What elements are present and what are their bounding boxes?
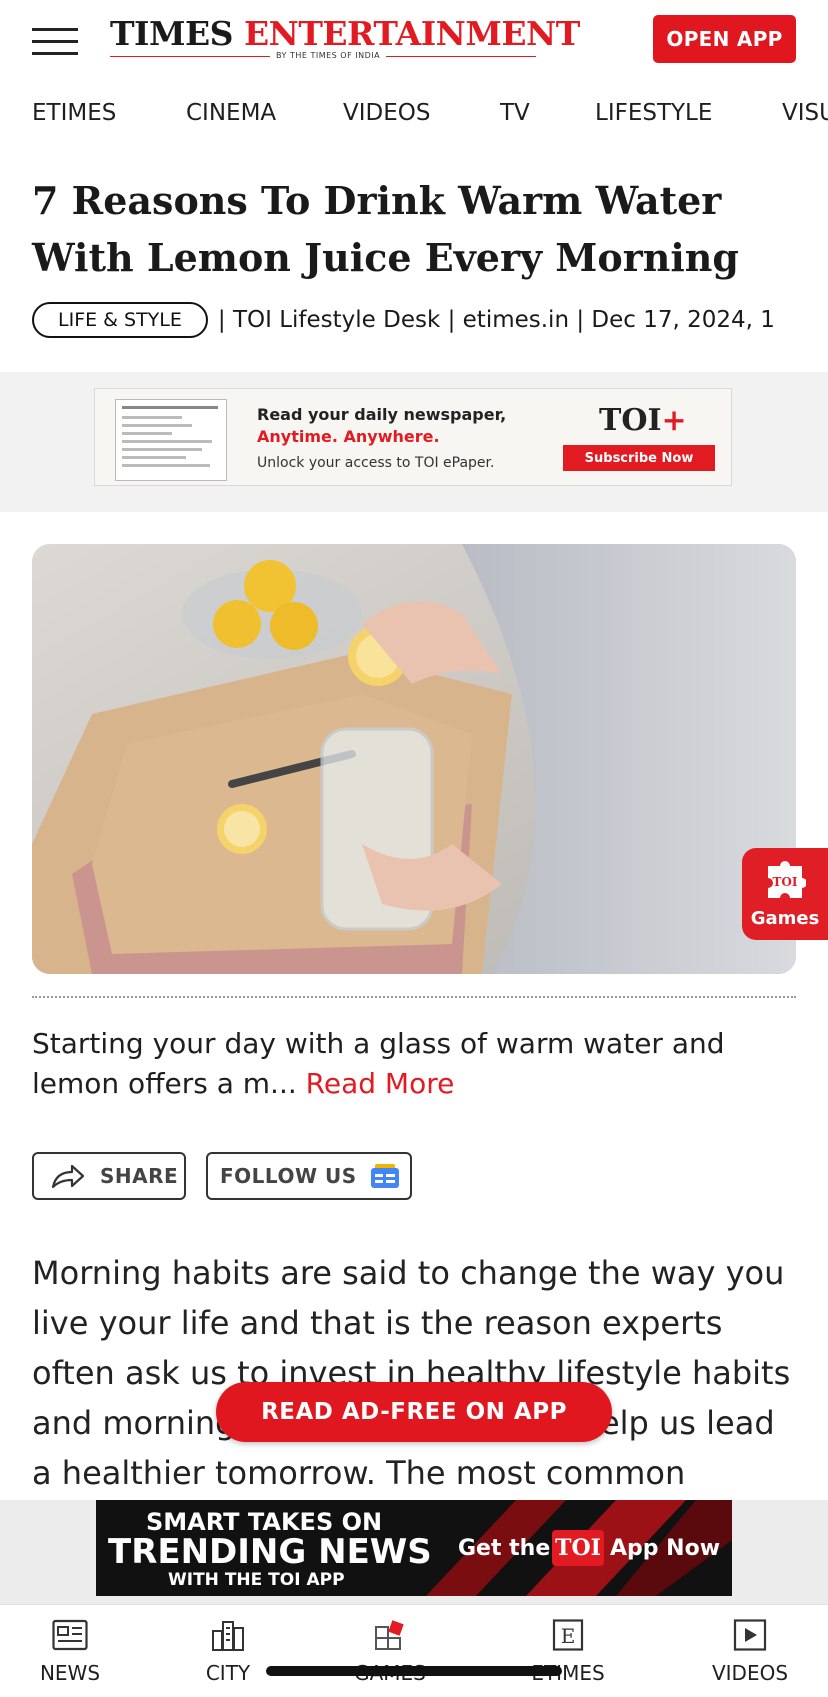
bottom-ad-get: Get the <box>458 1536 551 1561</box>
share-arrow-icon <box>51 1164 85 1189</box>
article-summary: Starting your day with a glass of warm w… <box>32 1024 792 1104</box>
tab-news[interactable]: NEWS <box>0 1605 140 1697</box>
tab-videos-label: VIDEOS <box>711 1661 789 1685</box>
nav-item-etimes[interactable]: ETIMES <box>32 100 116 126</box>
puzzle-icon: TOI <box>768 861 806 898</box>
google-news-icon <box>370 1164 399 1188</box>
article-meta: LIFE & STYLE | TOI Lifestyle Desk | etim… <box>32 300 828 340</box>
games-toi-badge: TOI <box>773 875 798 889</box>
ad-line-2: Anytime. Anywhere. <box>257 427 440 446</box>
hamburger-menu-icon[interactable] <box>32 24 78 58</box>
tab-etimes[interactable]: E ETIMES <box>498 1605 638 1697</box>
site-logo[interactable]: TIMES ENTERTAINMENT BY THE TIMES OF INDI… <box>110 14 580 66</box>
tab-games[interactable]: GAMES <box>320 1605 460 1697</box>
games-puzzle-icon <box>375 1620 404 1650</box>
toi-app-ad-banner[interactable]: SMART TAKES ON TRENDING NEWS WITH THE TO… <box>96 1500 732 1596</box>
etimes-e-icon: E <box>552 1619 584 1651</box>
divider <box>32 996 796 998</box>
read-ad-free-button[interactable]: READ AD-FREE ON APP <box>216 1382 612 1442</box>
tab-city[interactable]: CITY <box>158 1605 298 1697</box>
svg-text:E: E <box>561 1624 576 1648</box>
tab-videos[interactable]: VIDEOS <box>680 1605 820 1697</box>
nav-item-tv[interactable]: TV <box>500 100 530 126</box>
section-nav: ETIMES CINEMA VIDEOS TV LIFESTYLE VISU <box>0 90 828 140</box>
ad-line-1: Read your daily newspaper, <box>257 405 507 424</box>
article-title: 7 Reasons To Drink Warm Water With Lemon… <box>32 178 739 280</box>
article-hero-image <box>32 544 796 974</box>
subscribe-now-button[interactable]: Subscribe Now <box>563 445 715 471</box>
nav-item-cinema[interactable]: CINEMA <box>186 100 276 126</box>
logo-text-entertainment: ENTERTAINMENT <box>244 14 580 53</box>
read-more-link[interactable]: Read More <box>306 1067 455 1100</box>
epaper-ad-banner[interactable]: Read your daily newspaper, Anytime. Anyw… <box>94 388 732 486</box>
logo-text-times: TIMES <box>110 14 234 53</box>
bottom-ad-toi-badge: TOI <box>552 1530 604 1566</box>
share-label: SHARE <box>100 1164 179 1188</box>
nav-item-videos[interactable]: VIDEOS <box>343 100 430 126</box>
follow-us-button[interactable]: FOLLOW US <box>206 1152 412 1200</box>
article-body: Morning habits are said to change the wa… <box>32 1254 791 1492</box>
toi-plus-text: TOI <box>599 403 662 438</box>
logo-tagline: BY THE TIMES OF INDIA <box>270 51 387 60</box>
toi-plus-sign: + <box>661 403 687 438</box>
bottom-tab-bar: NEWS CITY GAMES E ETIMES <box>0 1604 828 1697</box>
ad-line-3: Unlock your access to TOI ePaper. <box>257 455 495 471</box>
toi-plus-logo: TOI+ <box>599 403 687 438</box>
games-label: Games <box>750 908 820 929</box>
bottom-ad-line-2: TRENDING NEWS <box>108 1532 432 1572</box>
share-button[interactable]: SHARE <box>32 1152 186 1200</box>
follow-label: FOLLOW US <box>220 1164 357 1188</box>
newspaper-icon <box>52 1619 88 1651</box>
article-byline: | TOI Lifestyle Desk | etimes.in | Dec 1… <box>217 307 775 333</box>
bottom-ad-line-3: WITH THE TOI APP <box>168 1570 345 1590</box>
tab-news-label: NEWS <box>39 1661 101 1685</box>
city-buildings-icon <box>212 1621 244 1651</box>
newspaper-thumbnail <box>115 399 227 481</box>
play-icon <box>733 1619 767 1651</box>
toi-games-widget[interactable]: TOI Games <box>742 848 828 940</box>
home-indicator[interactable] <box>266 1666 562 1676</box>
bottom-ad-app-now: App Now <box>610 1536 721 1561</box>
category-pill[interactable]: LIFE & STYLE <box>32 302 208 338</box>
open-app-button[interactable]: OPEN APP <box>653 15 796 63</box>
nav-item-lifestyle[interactable]: LIFESTYLE <box>595 100 712 126</box>
nav-item-visual-stories[interactable]: VISU <box>782 100 828 126</box>
